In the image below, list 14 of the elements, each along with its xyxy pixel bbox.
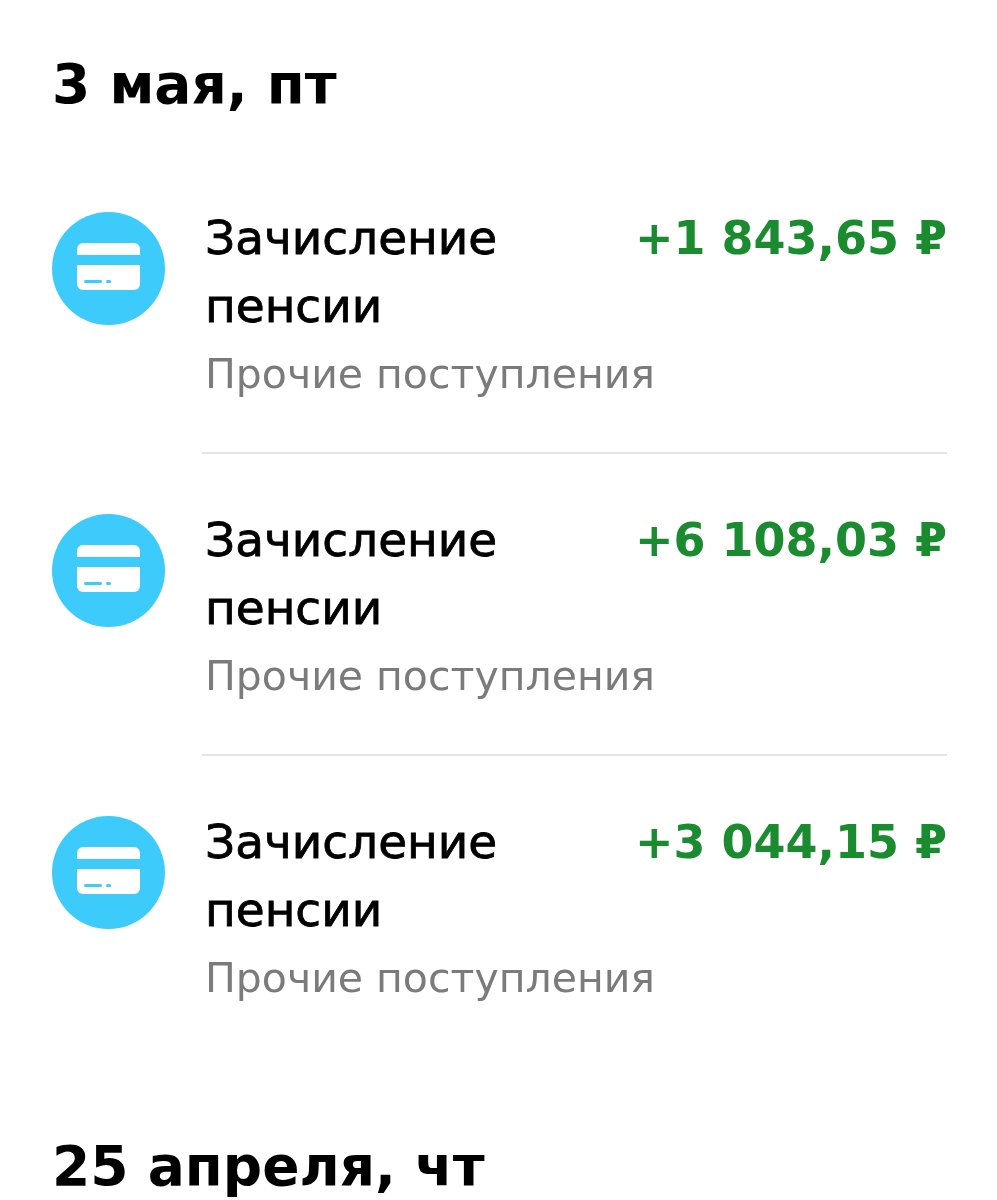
date-heading: 3 мая, пт — [52, 52, 337, 116]
transaction-title: Зачисление пенсии — [205, 209, 499, 335]
transaction-title: Зачисление пенсии — [205, 511, 499, 637]
card-icon — [52, 816, 165, 929]
transaction-amount: +1 843,65 ₽ — [634, 210, 947, 267]
transaction-title: Зачисление пенсии — [205, 813, 499, 939]
transaction-amount: +6 108,03 ₽ — [634, 512, 947, 569]
card-icon — [52, 212, 165, 325]
date-heading: 25 апреля, чт — [52, 1134, 485, 1198]
card-icon — [52, 514, 165, 627]
transaction-amount: +3 044,15 ₽ — [634, 814, 947, 871]
transaction-category: Прочие поступления — [205, 651, 655, 702]
transaction-category: Прочие поступления — [205, 953, 655, 1004]
transaction-category: Прочие поступления — [205, 349, 655, 400]
